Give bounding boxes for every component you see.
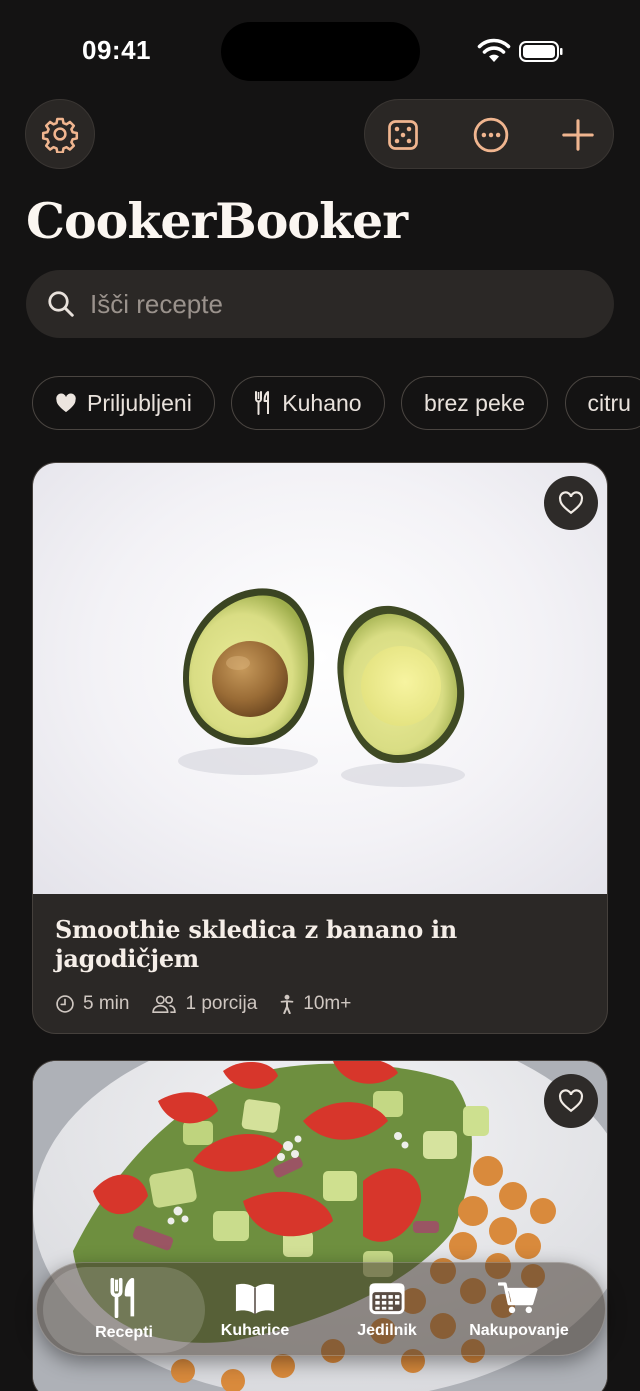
chip-favorites[interactable]: Priljubljeni [32, 376, 215, 430]
chip-citrus[interactable]: citru [564, 376, 640, 430]
search-bar[interactable] [26, 270, 614, 338]
chip-cooked[interactable]: Kuhano [231, 376, 385, 430]
add-recipe-button[interactable] [543, 100, 613, 170]
calendar-icon [369, 1283, 405, 1315]
tab-label: Recepti [95, 1324, 153, 1341]
favorite-button[interactable] [544, 1074, 598, 1128]
top-actions-group [364, 99, 614, 169]
meta-time-text: 5 min [83, 993, 130, 1014]
tab-label: Nakupovanje [469, 1322, 569, 1339]
cart-icon [498, 1282, 538, 1314]
chip-label: Kuhano [282, 389, 362, 416]
plus-icon [562, 119, 594, 151]
tab-bar: Recepti Kuharice Jedilnik Nakupovanje [36, 1262, 606, 1356]
tab-label: Kuharice [220, 1322, 290, 1339]
meta-servings: 1 porcija [151, 993, 257, 1015]
avocado-photo [178, 588, 465, 787]
page-title: CookerBooker [26, 192, 408, 250]
status-bar: 09:41 [0, 0, 640, 100]
heart-outline-icon [558, 1089, 584, 1113]
search-input[interactable] [90, 288, 570, 320]
meta-age: 10m+ [279, 993, 351, 1015]
search-icon [48, 291, 74, 317]
clock-icon [56, 995, 74, 1013]
more-button[interactable] [456, 100, 526, 170]
heart-outline-icon [558, 491, 584, 515]
fork-knife-icon [255, 391, 270, 415]
wifi-icon [477, 38, 511, 62]
recipe-title: Smoothie skledica z banano in jagodičjem [55, 915, 457, 973]
tab-label: Jedilnik [357, 1322, 417, 1339]
tab-recipes[interactable]: Recepti [43, 1267, 205, 1353]
filter-chips: Priljubljeni Kuhano brez peke citru [32, 376, 640, 430]
recipe-meta: 5 min 1 porcija 10m+ [55, 993, 373, 1015]
favorite-button[interactable] [544, 476, 598, 530]
battery-icon [519, 41, 563, 62]
gear-icon [41, 117, 79, 153]
recipe-card[interactable]: Smoothie skledica z banano in jagodičjem… [32, 462, 608, 1034]
tab-shopping[interactable]: Nakupovanje [461, 1263, 577, 1357]
meta-servings-text: 1 porcija [185, 993, 258, 1014]
chip-label: citru [587, 389, 631, 416]
tab-meal-plan[interactable]: Jedilnik [337, 1263, 437, 1357]
ellipsis-circle-icon [473, 117, 509, 153]
fork-knife-icon [110, 1278, 135, 1318]
child-icon [280, 994, 294, 1014]
meta-time: 5 min [55, 993, 129, 1015]
dynamic-island [221, 22, 420, 81]
status-time: 09:41 [82, 35, 151, 65]
random-recipe-button[interactable] [368, 100, 438, 170]
recipe-image [33, 463, 607, 894]
tab-cookbooks[interactable]: Kuharice [207, 1263, 303, 1357]
meta-age-text: 10m+ [303, 993, 352, 1014]
chip-label: brez peke [424, 389, 526, 416]
dice-icon [388, 120, 418, 150]
book-icon [235, 1283, 275, 1315]
chip-no-bake[interactable]: brez peke [401, 376, 549, 430]
chip-label: Priljubljeni [87, 389, 192, 416]
people-icon [152, 995, 177, 1013]
settings-button[interactable] [25, 99, 95, 169]
heart-icon [56, 393, 76, 413]
